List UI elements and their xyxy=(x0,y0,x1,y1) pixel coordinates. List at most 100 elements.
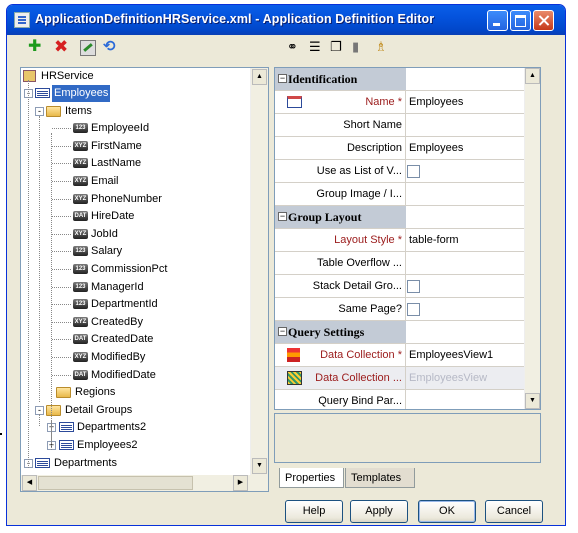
section-header[interactable]: − Query Settings xyxy=(275,321,406,343)
cancel-button[interactable]: Cancel xyxy=(485,500,543,523)
property-row[interactable]: Description Employees xyxy=(275,137,525,160)
tree-node[interactable]: - Detail Groups xyxy=(21,402,249,419)
tree-horizontal-scrollbar[interactable]: ◀ ▶ xyxy=(21,475,268,491)
refresh-icon[interactable]: ⟲ xyxy=(103,38,116,56)
tree-connector xyxy=(52,304,71,306)
ok-button[interactable]: OK xyxy=(418,500,476,523)
property-row[interactable]: Group Image / I... xyxy=(275,183,525,206)
tree-node[interactable]: Regions xyxy=(21,384,249,401)
property-value[interactable] xyxy=(409,390,523,409)
property-row[interactable]: Layout Style * table-form xyxy=(275,229,525,252)
property-checkbox[interactable] xyxy=(407,165,420,178)
tree-node[interactable]: - Items xyxy=(21,103,249,120)
section-header[interactable]: − Group Layout xyxy=(275,206,406,228)
horizontal-scroll-thumb[interactable] xyxy=(38,476,193,490)
property-name: Layout Style * xyxy=(275,229,406,251)
tree-node-label: CreatedDate xyxy=(91,333,154,345)
property-row[interactable]: Query Bind Par... xyxy=(275,390,525,409)
property-name: Table Overflow ... xyxy=(275,252,406,274)
property-name: Query Bind Par... xyxy=(275,390,406,409)
property-name: Stack Detail Gro... xyxy=(275,275,406,297)
tree-connector xyxy=(52,339,71,341)
prop-scroll-up-button[interactable]: ▲ xyxy=(525,68,540,84)
close-button[interactable] xyxy=(533,10,554,31)
collapse-icon[interactable]: − xyxy=(278,212,287,221)
property-row[interactable]: Data Collection ... EmployeesView xyxy=(275,367,525,390)
property-checkbox[interactable] xyxy=(407,303,420,316)
property-section[interactable]: − Query Settings xyxy=(275,321,525,344)
find-icon[interactable]: ⚭ xyxy=(287,40,298,54)
folder-icon xyxy=(56,387,71,398)
tree-node-label: Departments xyxy=(54,457,117,469)
property-value[interactable]: table-form xyxy=(409,229,523,251)
tree-node-label: Employees xyxy=(52,85,111,102)
property-sheet: − Identification Name * Employees Short Name… xyxy=(274,67,541,410)
attribute-string-icon: XYZ xyxy=(73,229,88,239)
tree-node-label: FirstName xyxy=(91,140,142,152)
property-value[interactable]: EmployeesView xyxy=(409,367,523,389)
property-row[interactable]: Same Page? xyxy=(275,298,525,321)
property-value[interactable]: Employees xyxy=(409,137,523,159)
attribute-number-icon: 123 xyxy=(73,264,88,274)
title-bar[interactable]: ApplicationDefinitionHRService.xml - App… xyxy=(7,5,565,35)
property-value[interactable] xyxy=(409,252,523,274)
tree-node-label: PhoneNumber xyxy=(91,193,162,205)
collapse-icon[interactable]: − xyxy=(278,327,287,336)
help-button[interactable]: Help xyxy=(285,500,343,523)
wizard-icon[interactable]: ♗ xyxy=(375,40,387,54)
property-row[interactable]: Use as List of V... xyxy=(275,160,525,183)
property-name: Description xyxy=(275,137,406,159)
property-value[interactable]: Employees xyxy=(409,91,523,113)
view-object-icon xyxy=(35,88,50,98)
attribute-string-icon: XYZ xyxy=(73,176,88,186)
edit-icon[interactable] xyxy=(80,40,96,56)
tree-vertical-scrollbar[interactable]: ▲ ▼ xyxy=(250,68,268,475)
property-vertical-scrollbar[interactable]: ▲ ▼ xyxy=(524,68,540,409)
delete-icon[interactable]: ✖ xyxy=(54,38,68,56)
folder-icon xyxy=(46,405,61,416)
section-title: Query Settings xyxy=(288,325,365,339)
property-row[interactable]: Data Collection * EmployeesView1 xyxy=(275,344,525,367)
window-title: ApplicationDefinitionHRService.xml - App… xyxy=(35,12,435,26)
scroll-up-button[interactable]: ▲ xyxy=(252,69,267,85)
tree-connector xyxy=(52,216,71,218)
property-row[interactable]: Stack Detail Gro... xyxy=(275,275,525,298)
property-name: Data Collection * xyxy=(275,344,406,366)
property-row[interactable]: Name * Employees xyxy=(275,91,525,114)
tree-node-label: EmployeeId xyxy=(91,122,150,134)
categorize-icon[interactable]: ☰ xyxy=(309,40,321,54)
scroll-left-button[interactable]: ◀ xyxy=(22,475,37,491)
property-value[interactable] xyxy=(409,114,523,136)
tab-templates[interactable]: Templates xyxy=(345,468,415,488)
prop-scroll-down-button[interactable]: ▼ xyxy=(525,393,540,409)
property-section[interactable]: − Group Layout xyxy=(275,206,525,229)
scroll-down-button[interactable]: ▼ xyxy=(252,458,267,474)
tree-node[interactable]: + Employees2 xyxy=(21,437,249,454)
paste-icon[interactable]: ▮ xyxy=(352,40,359,54)
tree-node[interactable]: + Departments2 xyxy=(21,419,249,436)
maximize-button[interactable] xyxy=(510,10,531,31)
tree-connector xyxy=(39,116,41,402)
view-object-icon xyxy=(59,440,74,450)
property-value[interactable] xyxy=(409,183,523,205)
collapse-icon[interactable]: - xyxy=(35,107,44,116)
property-name: Short Name xyxy=(275,114,406,136)
property-checkbox[interactable] xyxy=(407,280,420,293)
property-row[interactable]: Short Name xyxy=(275,114,525,137)
property-row[interactable]: Table Overflow ... xyxy=(275,252,525,275)
apply-button[interactable]: Apply xyxy=(350,500,408,523)
tree-node[interactable]: - Employees xyxy=(21,85,249,102)
section-title: Group Layout xyxy=(288,210,362,224)
minimize-button[interactable] xyxy=(487,10,508,31)
tree-panel: HRService - Employees - Items 123 EmployeeId XY… xyxy=(20,67,269,492)
property-value[interactable]: EmployeesView1 xyxy=(409,344,523,366)
section-header[interactable]: − Identification xyxy=(275,68,406,90)
property-description-area xyxy=(274,413,541,463)
add-icon[interactable]: ✚ xyxy=(28,38,41,56)
property-section[interactable]: − Identification xyxy=(275,68,525,91)
collapse-icon[interactable]: − xyxy=(278,74,287,83)
scroll-right-button[interactable]: ▶ xyxy=(233,475,248,491)
copy-icon[interactable]: ❐ xyxy=(330,40,342,54)
tree-node[interactable]: - Departments xyxy=(21,455,249,472)
tab-properties[interactable]: Properties xyxy=(279,468,344,488)
